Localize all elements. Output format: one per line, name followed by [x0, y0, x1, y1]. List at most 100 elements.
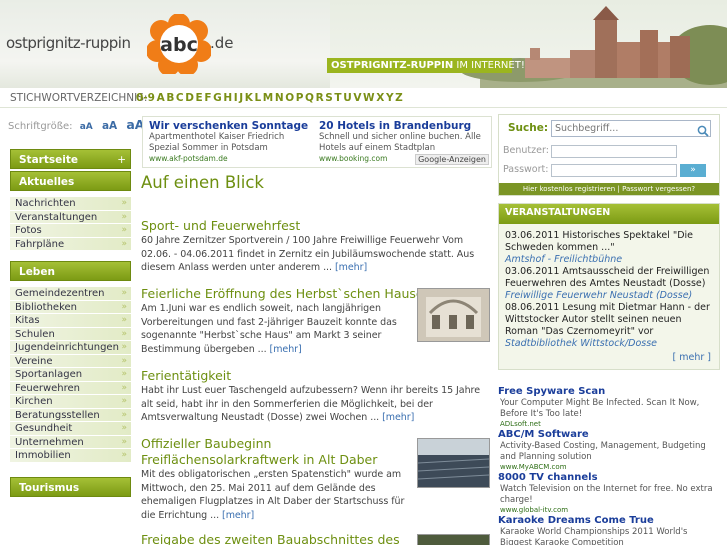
alphabet-link[interactable]: I [234, 92, 238, 104]
alphabet-link[interactable]: 0-9 [136, 92, 155, 104]
alphabet-link[interactable]: T [334, 92, 341, 104]
event-location[interactable]: Freiwillige Feuerwehr Neustadt (Dosse) [505, 290, 692, 301]
login-button[interactable]: » [680, 164, 706, 177]
search-input[interactable] [551, 120, 711, 137]
sidebar-item[interactable]: Feuerwehren » [10, 381, 131, 395]
article-text: Habt ihr Lust euer Taschengeld aufzubess… [141, 385, 480, 423]
event-item[interactable]: 08.06.2011 Lesung mit Dietmar Hann - der… [499, 302, 719, 350]
sidebar-item-label: Schulen [15, 328, 55, 340]
password-label: Passwort: [503, 164, 549, 175]
article-title[interactable]: Ferientätigkeit [141, 368, 493, 384]
header-banner: OSTPRIGNITZ-RUPPIN IM INTERNET! [327, 58, 525, 73]
sidebar-item[interactable]: Gesundheit » [10, 422, 131, 436]
alphabet-link[interactable]: Y [386, 92, 394, 104]
sponsor-item[interactable]: 8000 TV channels Watch Television on the… [498, 472, 720, 515]
events-box: VERANSTALTUNGEN 03.06.2011 Historisches … [498, 203, 720, 370]
forgot-password-link[interactable]: Passwort vergessen? [622, 185, 695, 193]
event-location[interactable]: Stadtbibliothek Wittstock/Dosse [505, 338, 657, 349]
article-title[interactable]: Sport- und Feuerwehrfest [141, 218, 493, 234]
search-icon[interactable] [697, 122, 709, 137]
sidebar-item[interactable]: Kitas » [10, 314, 131, 328]
alphabet-link[interactable]: D [185, 92, 194, 104]
sponsor-item[interactable]: Karaoke Dreams Come True Karaoke World C… [498, 515, 720, 545]
sidebar-item[interactable]: Gemeindezentren » [10, 287, 131, 301]
sidebar-item[interactable]: Kirchen » [10, 395, 131, 409]
alphabet-link[interactable]: W [363, 92, 375, 104]
alphabet-link[interactable]: H [223, 92, 232, 104]
more-link[interactable]: [mehr] [335, 262, 367, 273]
alphabet-link[interactable]: K [245, 92, 253, 104]
sponsor-url[interactable]: www.global-itv.com [500, 506, 720, 515]
sponsor-url[interactable]: ADLsoft.net [500, 420, 720, 429]
sidebar-item[interactable]: Immobilien » [10, 449, 131, 463]
sidebar-aktuelles[interactable]: Aktuelles [10, 171, 131, 191]
sidebar-item[interactable]: Schulen » [10, 327, 131, 341]
alphabet-link[interactable]: R [316, 92, 324, 104]
sidebar-item[interactable]: Vereine » [10, 354, 131, 368]
font-size-small-button[interactable]: aA [80, 122, 93, 132]
alphabet-link[interactable]: C [176, 92, 184, 104]
alphabet-link[interactable]: M [263, 92, 273, 104]
article-image[interactable] [417, 534, 490, 545]
alphabet-link[interactable]: P [296, 92, 304, 104]
sidebar-item[interactable]: Jugendeinrichtungen» [10, 341, 131, 355]
events-more-link[interactable]: [ mehr ] [673, 352, 711, 363]
alphabet-link[interactable]: U [343, 92, 352, 104]
event-item[interactable]: 03.06.2011 Amtsausscheid der Freiwillige… [499, 266, 719, 302]
sidebar-item[interactable]: Fotos » [10, 224, 131, 238]
sponsor-item[interactable]: Free Spyware Scan Your Computer Might Be… [498, 386, 720, 429]
sidebar-item[interactable]: Veranstaltungen » [10, 210, 131, 224]
alphabet-link[interactable]: N [275, 92, 284, 104]
more-link[interactable]: [mehr] [270, 344, 302, 355]
sponsor-item[interactable]: ABC/M Software Activity-Based Costing, M… [498, 429, 720, 472]
sidebar-leben[interactable]: Leben [10, 261, 131, 281]
more-link[interactable]: [mehr] [222, 510, 254, 521]
ad-title[interactable]: Wir verschenken Sonntage [149, 120, 317, 132]
alphabet-link[interactable]: Z [395, 92, 403, 104]
event-item[interactable]: 03.06.2011 Historisches Spektakel "Die S… [499, 230, 719, 266]
ad-item[interactable]: Wir verschenken Sonntage Apartmenthotel … [149, 120, 317, 163]
sidebar-item[interactable]: Fahrpläne » [10, 237, 131, 251]
sponsor-title[interactable]: ABC/M Software [498, 429, 720, 441]
alphabet-link[interactable]: E [196, 92, 203, 104]
sponsor-title[interactable]: 8000 TV channels [498, 472, 720, 484]
chevron-right-icon: » [121, 382, 127, 393]
sidebar-tourismus[interactable]: Tourismus [10, 476, 131, 497]
ad-url[interactable]: www.akf-potsdam.de [149, 154, 317, 163]
article-image-house[interactable] [417, 288, 490, 342]
sidebar-item[interactable]: Nachrichten » [10, 197, 131, 211]
event-location[interactable]: Amtshof - Freilichtbühne [505, 254, 622, 265]
sidebar-item[interactable]: Beratungsstellen » [10, 408, 131, 422]
article-title[interactable]: Offizieller Baubeginn Freiflächensolarkr… [141, 436, 411, 468]
password-field[interactable] [551, 164, 677, 177]
more-link[interactable]: [mehr] [382, 412, 414, 423]
sidebar-item[interactable]: Sportanlagen » [10, 368, 131, 382]
chevron-right-icon: » [121, 423, 127, 433]
sidebar-item[interactable]: Unternehmen » [10, 435, 131, 449]
alphabet-link[interactable]: X [376, 92, 384, 104]
logo-text[interactable]: ostprignitz-ruppin [6, 34, 131, 52]
alphabet-link[interactable]: A [157, 92, 165, 104]
logo-abc-flower[interactable]: abc [146, 13, 212, 76]
alphabet-link[interactable]: F [204, 92, 211, 104]
article-image-solar[interactable] [417, 438, 490, 488]
alphabet-link[interactable]: G [213, 92, 222, 104]
font-size-medium-button[interactable]: aA [102, 120, 117, 132]
sponsor-title[interactable]: Free Spyware Scan [498, 386, 720, 398]
alphabet-link[interactable]: O [285, 92, 294, 104]
alphabet-link[interactable]: J [239, 92, 243, 104]
username-field[interactable] [551, 145, 677, 158]
sponsor-url[interactable]: www.MyABCM.com [500, 463, 720, 472]
google-ads-label[interactable]: Google-Anzeigen [415, 154, 489, 165]
ad-title[interactable]: 20 Hotels in Brandenburg [319, 120, 487, 132]
chevron-right-icon: » [121, 301, 127, 312]
alphabet-link[interactable]: S [325, 92, 333, 104]
sidebar-item[interactable]: Bibliotheken » [10, 300, 131, 314]
alphabet-link[interactable]: B [166, 92, 174, 104]
alphabet-link[interactable]: Q [305, 92, 314, 104]
alphabet-link[interactable]: L [254, 92, 261, 104]
sponsor-title[interactable]: Karaoke Dreams Come True [498, 515, 720, 527]
sidebar-startseite[interactable]: Startseite + [10, 149, 131, 169]
register-link[interactable]: Hier kostenlos registrieren [523, 185, 615, 193]
alphabet-link[interactable]: V [353, 92, 361, 104]
